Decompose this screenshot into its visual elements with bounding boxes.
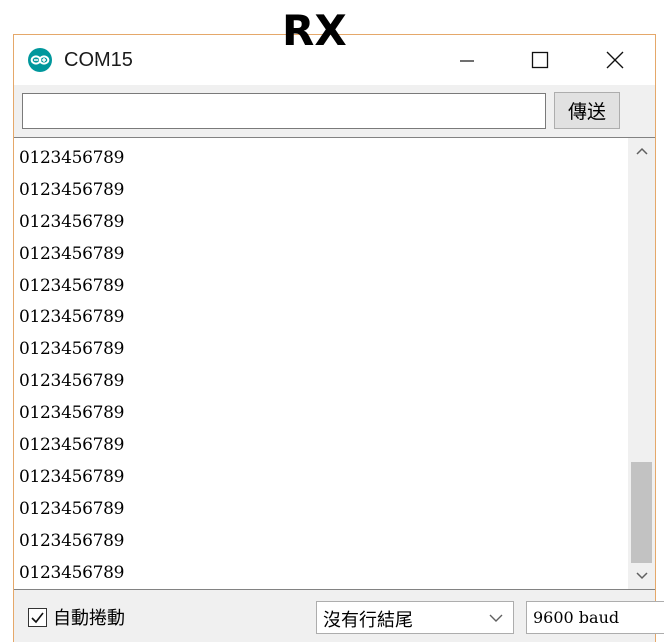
line-ending-value: 沒有行結尾 (323, 610, 413, 631)
output-line: 0123456789 (19, 339, 125, 360)
autoscroll-toggle[interactable]: 自動捲動 (28, 604, 125, 630)
close-icon (606, 51, 624, 69)
serial-monitor-window: COM15 傳送 0123456789 0123456789 012345678… (13, 34, 664, 642)
output-line: 0123456789 (19, 435, 125, 456)
output-line: 0123456789 (19, 403, 125, 424)
minimize-icon (460, 60, 474, 62)
output-line: 0123456789 (19, 530, 125, 551)
baud-rate-select[interactable]: 9600 baud (526, 601, 664, 634)
maximize-button[interactable] (517, 35, 563, 85)
rx-caption: RX (282, 6, 347, 55)
output-line: 0123456789 (19, 307, 125, 328)
output-line: 0123456789 (19, 243, 125, 264)
vertical-scrollbar[interactable] (628, 138, 655, 589)
output-line: 0123456789 (19, 371, 125, 392)
send-row: 傳送 (14, 85, 655, 137)
chevron-up-icon (635, 147, 648, 155)
output-line: 0123456789 (19, 275, 125, 296)
chevron-down-icon (489, 614, 503, 622)
scroll-up-button[interactable] (628, 138, 655, 164)
output-line: 0123456789 (19, 211, 125, 232)
maximize-icon (531, 51, 549, 69)
chevron-down-icon (635, 572, 648, 580)
window-title: COM15 (64, 49, 133, 71)
arduino-icon (28, 48, 52, 72)
output-lines: 0123456789 0123456789 0123456789 0123456789… (19, 143, 124, 589)
page: RX COM15 傳送 0123456789 0123456789 012345… (0, 0, 664, 642)
close-button[interactable] (592, 35, 638, 85)
send-button[interactable]: 傳送 (554, 92, 620, 129)
output-line: 0123456789 (19, 562, 125, 583)
output-line: 0123456789 (19, 179, 125, 200)
scroll-thumb[interactable] (631, 462, 652, 563)
serial-output[interactable]: 0123456789 0123456789 0123456789 0123456789… (14, 137, 655, 590)
minimize-button[interactable] (444, 35, 490, 85)
line-ending-select[interactable]: 沒有行結尾 (316, 601, 514, 634)
output-line: 0123456789 (19, 498, 125, 519)
bottom-bar: 自動捲動 沒有行結尾 9600 baud (14, 590, 664, 642)
output-line: 0123456789 (19, 466, 125, 487)
autoscroll-label: 自動捲動 (53, 608, 125, 629)
send-input[interactable] (22, 93, 546, 129)
autoscroll-checkbox[interactable] (28, 607, 47, 627)
scroll-down-button[interactable] (628, 563, 655, 589)
output-line: 0123456789 (19, 148, 125, 168)
baud-rate-value: 9600 baud (533, 608, 620, 627)
checkmark-icon (31, 612, 44, 623)
